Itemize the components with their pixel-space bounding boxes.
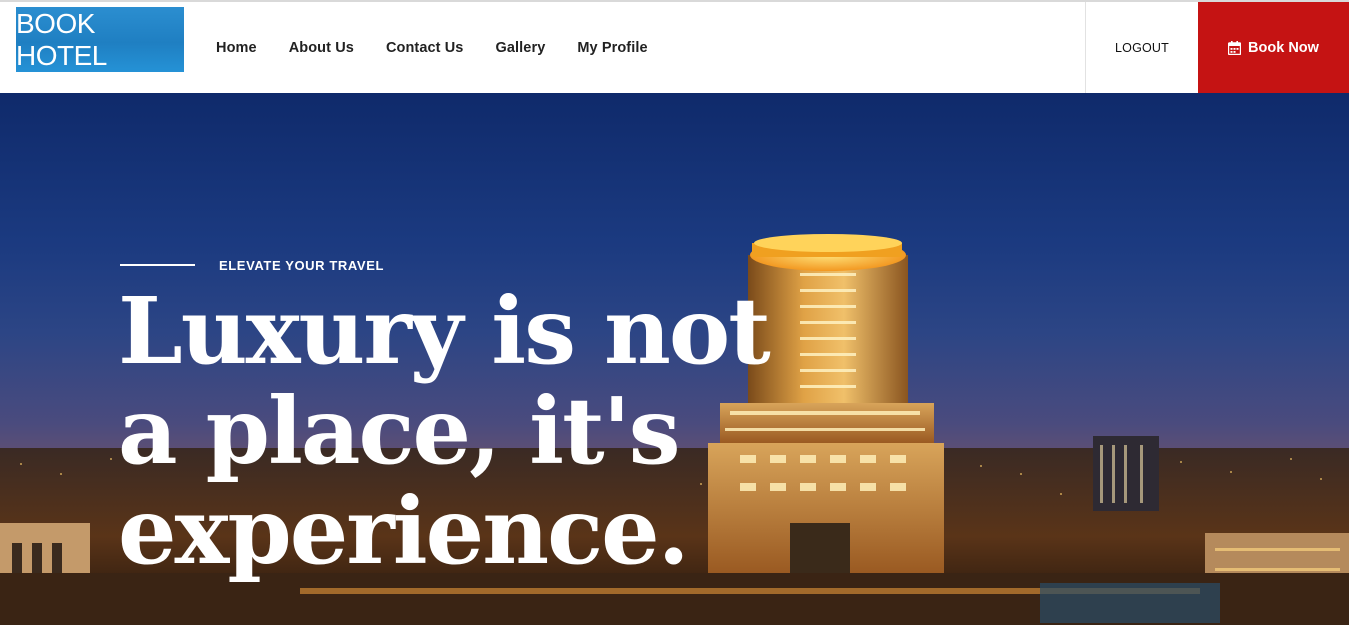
kicker-line — [120, 264, 195, 266]
hero-banner: ELEVATE YOUR TRAVEL Luxury is not a plac… — [0, 93, 1349, 625]
nav-item-home[interactable]: Home — [216, 40, 257, 56]
book-now-label: Book Now — [1248, 39, 1319, 56]
nav-item-contact-us[interactable]: Contact Us — [386, 40, 464, 56]
main-nav: Home About Us Contact Us Gallery My Prof… — [216, 2, 680, 93]
logout-button[interactable]: LOGOUT — [1086, 2, 1198, 93]
headline-line-2: a place, it's — [118, 377, 681, 485]
headline-line-1: Luxury is not — [118, 277, 771, 385]
nav-item-about-us[interactable]: About Us — [289, 40, 354, 56]
site-logo[interactable]: BOOK HOTEL — [16, 7, 184, 72]
hero-kicker: ELEVATE YOUR TRAVEL — [219, 258, 385, 273]
headline-line-3: experience. — [118, 477, 690, 585]
book-now-button[interactable]: Book Now — [1198, 2, 1349, 93]
nav-item-my-profile[interactable]: My Profile — [577, 40, 647, 56]
nav-item-gallery[interactable]: Gallery — [495, 40, 545, 56]
calendar-icon — [1228, 40, 1242, 55]
hero-headline: Luxury is not a place, it's experience. — [118, 281, 818, 581]
site-header: BOOK HOTEL Home About Us Contact Us Gall… — [0, 2, 1349, 93]
